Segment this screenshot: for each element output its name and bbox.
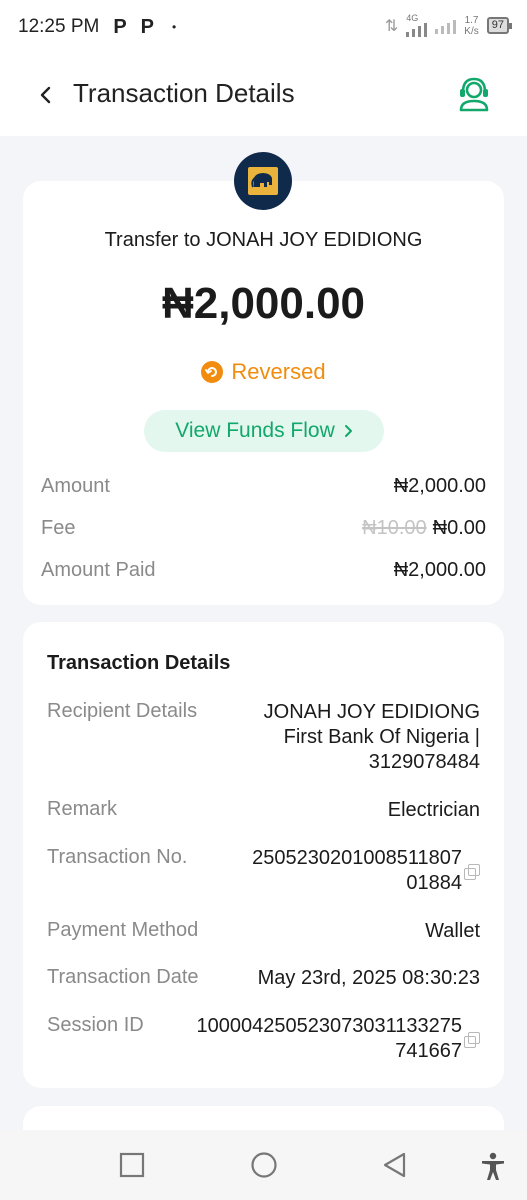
first-bank-elephant-icon bbox=[248, 167, 278, 195]
recipient-account: 3129078484 bbox=[368, 751, 480, 773]
summary-row-fee: Fee ₦10.00 ₦0.00 bbox=[41, 517, 486, 540]
detail-label: Recipient Details bbox=[47, 700, 198, 722]
payment-method-value: Wallet bbox=[425, 920, 480, 942]
detail-row-recipient: Recipient Details JONAH JOY EDIDIONG Fir… bbox=[47, 700, 480, 775]
detail-row-transaction-date: Transaction Date May 23rd, 2025 08:30:23 bbox=[47, 966, 480, 991]
network-type: 4G bbox=[406, 13, 419, 23]
view-funds-flow-label: View Funds Flow bbox=[175, 419, 335, 442]
home-icon[interactable] bbox=[250, 1152, 278, 1180]
session-id: 1000042505230730311332​75 741667 bbox=[197, 1014, 462, 1064]
session-id-line: 1000042505230730311332​75 bbox=[196, 1015, 462, 1037]
signal-icon bbox=[406, 23, 428, 37]
detail-label: Transaction Date bbox=[47, 966, 199, 988]
detail-value: 250523020100851180​7 01884 bbox=[252, 846, 480, 896]
section-title: Transaction Details bbox=[47, 652, 231, 674]
detail-value: 1000042505230730311332​75 741667 bbox=[197, 1014, 480, 1064]
detail-row-session-id: Session ID 1000042505230730311332​75 741… bbox=[47, 1014, 480, 1064]
detail-value: May 23rd, 2025 08:30:23 bbox=[258, 966, 480, 991]
net-speed: 1.7 K/s bbox=[464, 15, 478, 37]
detail-label: Session ID bbox=[47, 1014, 144, 1036]
copy-icon[interactable] bbox=[464, 1032, 480, 1048]
copy-icon[interactable] bbox=[464, 864, 480, 880]
back-arrow-icon[interactable] bbox=[36, 82, 56, 108]
page-title: Transaction Details bbox=[73, 78, 295, 108]
summary-label: Fee bbox=[41, 517, 76, 539]
recent-apps-icon[interactable] bbox=[119, 1152, 145, 1178]
app-header: Transaction Details bbox=[0, 54, 527, 136]
status-badge: Reversed bbox=[23, 359, 504, 385]
chevron-right-icon bbox=[344, 425, 352, 437]
recipient-name: JONAH JOY EDIDIONG bbox=[263, 701, 480, 723]
transaction-number-line: 01884 bbox=[406, 872, 462, 894]
detail-row-remark: Remark Electrician bbox=[47, 798, 480, 823]
transaction-summary-card: Transfer to JONAH JOY EDIDIONG ₦2,000.00… bbox=[23, 181, 504, 605]
detail-value: Electrician bbox=[388, 798, 480, 823]
fee-value: ₦0.00 bbox=[432, 517, 486, 539]
detail-value: JONAH JOY EDIDIONG First Bank Of Nigeria… bbox=[264, 700, 480, 775]
transaction-number: 250523020100851180​7 01884 bbox=[252, 846, 462, 896]
summary-value: ₦2,000.00 bbox=[393, 559, 486, 581]
summary-row-amount-paid: Amount Paid ₦2,000.00 bbox=[41, 559, 486, 582]
net-speed-unit: K/s bbox=[464, 25, 479, 37]
notification-icon: P bbox=[113, 15, 127, 38]
view-funds-flow-button[interactable]: View Funds Flow bbox=[144, 410, 384, 452]
battery-icon: 97 bbox=[486, 17, 513, 34]
status-time: 12:25 PM bbox=[18, 16, 100, 37]
back-icon[interactable] bbox=[382, 1152, 408, 1180]
signal-2-icon bbox=[435, 18, 457, 34]
detail-label: Remark bbox=[47, 798, 118, 820]
status-indicators: ⇅ 4G 1.7 K/s 97 bbox=[384, 13, 513, 37]
battery-level: 97 bbox=[491, 19, 504, 31]
system-navigation-bar bbox=[0, 1130, 527, 1200]
transaction-number-line: 250523020100851180​7 bbox=[252, 847, 462, 869]
summary-label: Amount bbox=[41, 475, 110, 497]
session-id-line: 741667 bbox=[395, 1040, 462, 1062]
transaction-details-card: Transaction Details Recipient Details JO… bbox=[23, 622, 504, 1088]
transfer-title: Transfer to JONAH JOY EDIDIONG bbox=[104, 229, 423, 251]
status-text: Reversed bbox=[231, 359, 326, 384]
customer-support-icon[interactable] bbox=[457, 76, 491, 112]
remark-value: Electrician bbox=[387, 799, 480, 821]
recipient-bank: First Bank Of Nigeria | bbox=[283, 726, 480, 748]
bank-logo bbox=[234, 152, 292, 210]
summary-label: Amount Paid bbox=[41, 559, 156, 581]
reversed-icon bbox=[201, 361, 224, 383]
summary-value: ₦2,000.00 bbox=[393, 475, 486, 497]
summary-row-amount: Amount ₦2,000.00 bbox=[41, 475, 486, 498]
detail-row-payment-method: Payment Method Wallet bbox=[47, 919, 480, 944]
transaction-amount: ₦2,000.00 bbox=[161, 279, 366, 328]
detail-row-transaction-no: Transaction No. 250523020100851180​7 018… bbox=[47, 846, 480, 896]
detail-label: Transaction No. bbox=[47, 846, 188, 868]
net-speed-value: 1.7 bbox=[464, 14, 479, 26]
notification-dot-icon: • bbox=[172, 20, 177, 34]
original-fee: ₦10.00 bbox=[362, 517, 427, 539]
accessibility-icon[interactable] bbox=[480, 1152, 506, 1182]
data-transfer-icon: ⇅ bbox=[384, 17, 399, 35]
notification-icon: P bbox=[140, 15, 155, 38]
transaction-date-value: May 23rd, 2025 08:30:23 bbox=[257, 967, 480, 989]
detail-label: Payment Method bbox=[47, 919, 199, 941]
status-bar: 12:25 PM P P • ⇅ 4G 1.7 K/s 97 bbox=[0, 0, 527, 54]
detail-value: Wallet bbox=[425, 919, 480, 944]
signal-strength: 4G bbox=[406, 13, 428, 37]
summary-value: ₦10.00 ₦0.00 bbox=[362, 517, 486, 540]
